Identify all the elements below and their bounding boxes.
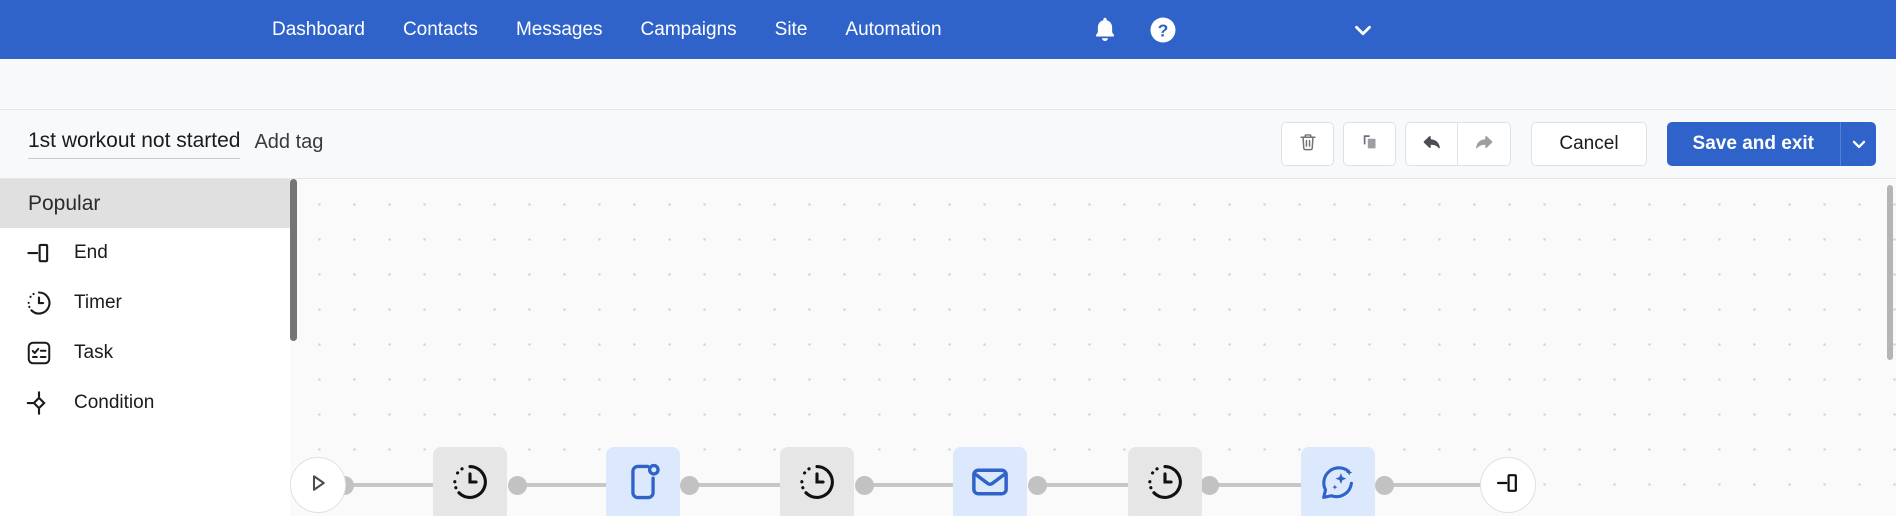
copy-icon [1359,131,1381,158]
bell-icon[interactable] [1090,15,1120,45]
save-button-group: Save and exit [1667,122,1876,166]
mobile-push-icon [621,460,665,509]
account-menu-chevron[interactable] [1350,0,1376,59]
editor-body: Popular End Timer [0,179,1896,516]
node-box [1128,447,1202,516]
flow-node-timer-1[interactable]: 1 day [433,447,507,516]
nav-link-automation[interactable]: Automation [826,0,960,59]
sidebar-item-timer[interactable]: Timer [0,278,290,328]
start-node-circle [290,457,346,513]
save-and-exit-button[interactable]: Save and exit [1667,122,1840,166]
node-box [780,447,854,516]
flow-title-input[interactable]: 1st workout not started [28,129,240,159]
end-node-circle [1480,457,1536,513]
flow-node-start[interactable] [290,457,346,513]
timer-clock-icon [795,460,839,509]
sidebar-item-end[interactable]: End [0,228,290,278]
timer-clock-icon [24,288,54,318]
flow-node-messages[interactable]: Messages from many [1301,447,1375,516]
canvas-scrollbar-left[interactable] [290,179,297,341]
flow-port-dot[interactable] [1028,476,1047,495]
sidebar-section-header: Popular [0,179,290,228]
flow-node-email[interactable]: Email 1st workout not started [953,447,1027,516]
flow-port-dot[interactable] [855,476,874,495]
undo-redo-group [1405,122,1511,166]
nav-icon-group: ? [1090,0,1178,59]
trash-icon [1297,131,1319,158]
flow-node-timer-2[interactable]: 1 day [780,447,854,516]
flow-port-dot[interactable] [1200,476,1219,495]
add-tag-button[interactable]: Add tag [254,131,323,159]
task-checklist-icon [24,338,54,368]
sidebar-item-label: Task [74,342,113,364]
sidebar-item-label: Condition [74,392,154,414]
flow-node-timer-3[interactable]: 1 day [1128,447,1202,516]
node-box [1301,447,1375,516]
timer-clock-icon [1143,460,1187,509]
nav-link-messages[interactable]: Messages [497,0,622,59]
save-options-chevron[interactable] [1840,122,1876,166]
nav-link-campaigns[interactable]: Campaigns [622,0,756,59]
cancel-button[interactable]: Cancel [1531,122,1646,166]
flow-canvas[interactable]: 1 day Mobile Push 1st workout not starte… [290,179,1896,516]
node-palette-sidebar: Popular End Timer [0,179,290,516]
play-triangle-icon [305,470,331,501]
node-box [606,447,680,516]
node-box [433,447,507,516]
top-navigation-bar: Dashboard Contacts Messages Campaigns Si… [0,0,1896,59]
flow-node-end[interactable] [1480,457,1536,513]
chat-sparkle-icon [1316,460,1360,509]
envelope-icon [968,460,1012,509]
secondary-strip [0,59,1896,110]
toolbar-actions: Cancel Save and exit [1281,122,1876,166]
sidebar-item-label: End [74,242,108,264]
title-area: 1st workout not started Add tag [28,129,323,159]
nav-link-dashboard[interactable]: Dashboard [253,0,384,59]
end-node-icon [1494,469,1522,502]
svg-text:?: ? [1158,20,1169,40]
node-box [953,447,1027,516]
redo-button[interactable] [1458,122,1511,166]
flow-node-mobile-push[interactable]: Mobile Push 1st workout not started [606,447,680,516]
flow-port-dot[interactable] [508,476,527,495]
canvas-scrollbar-right[interactable] [1887,185,1893,360]
automation-flow: 1 day Mobile Push 1st workout not starte… [290,179,1896,516]
sidebar-item-label: Timer [74,292,122,314]
help-circle-icon[interactable]: ? [1148,15,1178,45]
flow-port-dot[interactable] [1375,476,1394,495]
undo-button[interactable] [1405,122,1458,166]
flow-port-dot[interactable] [680,476,699,495]
sidebar-item-task[interactable]: Task [0,328,290,378]
nav-link-site[interactable]: Site [756,0,827,59]
end-node-icon [24,238,54,268]
timer-clock-icon [448,460,492,509]
undo-arrow-icon [1420,130,1444,159]
sidebar-item-condition[interactable]: Condition [0,378,290,428]
redo-arrow-icon [1472,130,1496,159]
duplicate-button[interactable] [1343,122,1396,166]
nav-links: Dashboard Contacts Messages Campaigns Si… [253,0,961,59]
flow-editor-toolbar: 1st workout not started Add tag [0,110,1896,179]
nav-link-contacts[interactable]: Contacts [384,0,497,59]
condition-diamond-icon [24,388,54,418]
delete-button[interactable] [1281,122,1334,166]
